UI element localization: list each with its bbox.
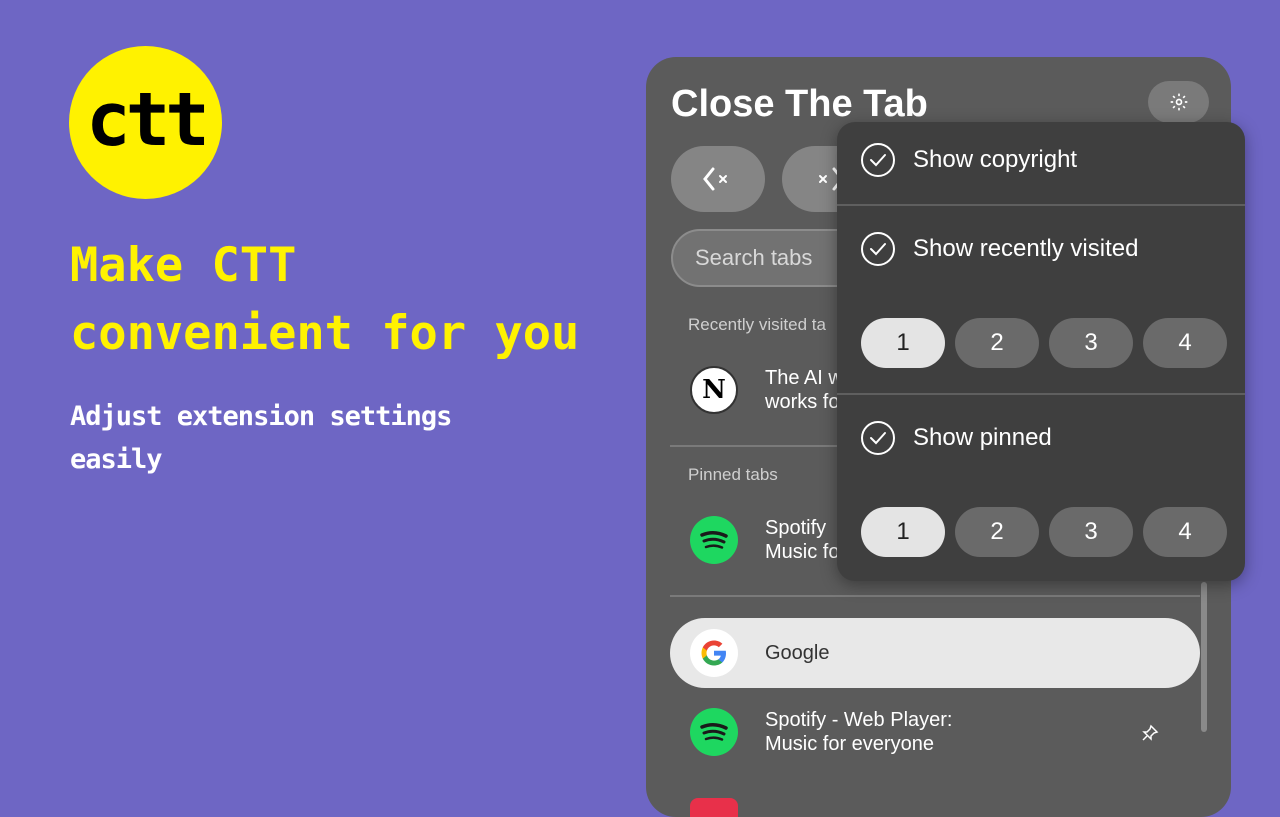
count-option-3[interactable]: 3: [1049, 507, 1133, 557]
settings-dropdown: Show copyright Show recently visited 1 2…: [837, 122, 1245, 581]
count-option-4[interactable]: 4: [1143, 318, 1227, 368]
check-icon: [861, 421, 895, 455]
tab-title: Spotify - Web Player: Music for everyone: [765, 709, 953, 755]
headline-line2: convenient for you: [70, 306, 580, 361]
recent-tab-title: The AI w works fo: [765, 367, 843, 413]
gear-icon: [1170, 93, 1187, 111]
count-option-1[interactable]: 1: [861, 507, 945, 557]
headline-line1: Make CTT: [70, 238, 297, 293]
google-icon: [690, 629, 738, 677]
spotify-icon: [690, 708, 738, 756]
option-label: Show copyright: [913, 146, 1078, 173]
divider: [837, 204, 1245, 206]
pinned-count-selector: 1 2 3 4: [861, 507, 1227, 557]
scrollbar[interactable]: [1201, 582, 1207, 732]
notion-icon: N: [690, 366, 738, 414]
tab-item-google[interactable]: Google: [670, 618, 1200, 688]
check-icon: [861, 232, 895, 266]
headline: Make CTT convenient for you: [70, 232, 579, 368]
tab-item-spotify[interactable]: Spotify - Web Player: Music for everyone: [670, 697, 1200, 767]
option-show-copyright[interactable]: Show copyright: [861, 143, 1077, 177]
option-show-pinned[interactable]: Show pinned: [861, 421, 1052, 455]
count-option-2[interactable]: 2: [955, 318, 1039, 368]
count-option-4[interactable]: 4: [1143, 507, 1227, 557]
option-label: Show pinned: [913, 424, 1052, 451]
close-left-tabs-button[interactable]: [671, 146, 765, 212]
recently-visited-label: Recently visited ta: [688, 315, 826, 334]
tab-title: Google: [765, 642, 830, 664]
logo-text: ctt: [86, 76, 210, 163]
divider: [837, 393, 1245, 395]
recent-count-selector: 1 2 3 4: [861, 318, 1227, 368]
divider: [670, 595, 1200, 597]
pin-icon[interactable]: [1140, 723, 1160, 743]
subline: Adjust extension settings easily: [70, 401, 452, 475]
pinned-tab-title: Spotify Music fo: [765, 517, 840, 563]
spotify-icon: [690, 516, 738, 564]
count-option-1[interactable]: 1: [861, 318, 945, 368]
tab-item-partial[interactable]: [670, 787, 1200, 817]
settings-button[interactable]: [1148, 81, 1209, 123]
close-tabs-left-icon: [703, 167, 727, 191]
count-option-2[interactable]: 2: [955, 507, 1039, 557]
popup-title: Close The Tab: [671, 83, 928, 125]
check-icon: [861, 143, 895, 177]
option-show-recently-visited[interactable]: Show recently visited: [861, 232, 1138, 266]
option-label: Show recently visited: [913, 235, 1139, 262]
ctt-logo: ctt: [69, 46, 222, 199]
count-option-3[interactable]: 3: [1049, 318, 1133, 368]
pinned-tabs-label: Pinned tabs: [688, 465, 778, 484]
